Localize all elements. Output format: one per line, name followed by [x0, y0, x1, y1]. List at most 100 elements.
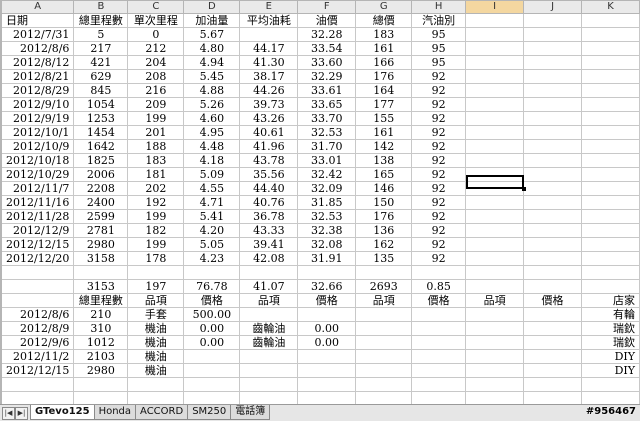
cell[interactable] — [127, 265, 185, 280]
sheet-tab-5[interactable]: 電話簿 — [230, 405, 271, 420]
cell[interactable]: 4.18 — [183, 153, 241, 168]
cell[interactable]: 92 — [411, 223, 467, 238]
cell[interactable]: 5.05 — [183, 237, 241, 252]
cell[interactable]: 38.17 — [239, 69, 299, 84]
cell[interactable] — [297, 377, 357, 392]
cell[interactable]: 品項 — [127, 293, 185, 308]
cell[interactable] — [523, 167, 582, 182]
cell[interactable] — [581, 377, 640, 392]
cell[interactable] — [523, 279, 582, 294]
cell[interactable]: 32.28 — [297, 27, 357, 42]
cell[interactable] — [581, 83, 640, 98]
cell[interactable] — [523, 237, 582, 252]
cell[interactable]: 33.54 — [297, 41, 357, 56]
cell[interactable] — [465, 321, 525, 336]
cell[interactable] — [465, 265, 525, 280]
column-header-b[interactable]: B — [73, 0, 129, 14]
cell[interactable]: 95 — [411, 27, 467, 42]
cell[interactable]: 3158 — [73, 251, 129, 266]
cell[interactable]: 32.29 — [297, 69, 357, 84]
cell[interactable]: 1253 — [73, 111, 129, 126]
cell[interactable]: 4.94 — [183, 55, 241, 70]
cell[interactable] — [0, 265, 75, 280]
cell[interactable] — [183, 265, 241, 280]
cell[interactable]: 品項 — [239, 293, 299, 308]
column-header-e[interactable]: E — [239, 0, 299, 14]
cell[interactable] — [465, 195, 525, 210]
cell[interactable] — [581, 167, 640, 182]
cell[interactable] — [465, 139, 525, 154]
cell[interactable]: 2012/12/20 — [0, 251, 75, 266]
cell[interactable] — [523, 265, 582, 280]
cell[interactable]: 價格 — [523, 293, 582, 308]
cell[interactable] — [73, 265, 129, 280]
cell[interactable] — [183, 377, 241, 392]
cell[interactable]: 2599 — [73, 209, 129, 224]
cell[interactable]: 機油 — [127, 321, 185, 336]
cell[interactable]: 平均油耗 — [239, 13, 299, 28]
cell[interactable]: 845 — [73, 83, 129, 98]
cell[interactable]: 178 — [127, 251, 185, 266]
cell[interactable]: 機油 — [127, 349, 185, 364]
cell[interactable]: 5.67 — [183, 27, 241, 42]
cell[interactable] — [297, 265, 357, 280]
cell[interactable] — [465, 97, 525, 112]
cell[interactable]: 油價 — [297, 13, 357, 28]
cell[interactable]: 齒輪油 — [239, 321, 299, 336]
cell[interactable]: 機油 — [127, 363, 185, 378]
cell[interactable]: 150 — [355, 195, 413, 210]
cell[interactable]: 176 — [355, 209, 413, 224]
cell[interactable] — [0, 279, 75, 294]
cell[interactable]: 4.88 — [183, 83, 241, 98]
cell[interactable] — [523, 111, 582, 126]
cell[interactable]: 總價 — [355, 13, 413, 28]
cell[interactable]: 有輪 — [581, 307, 640, 322]
cell[interactable]: 2012/11/28 — [0, 209, 75, 224]
cell[interactable]: 單次里程 — [127, 13, 185, 28]
cell[interactable]: 2012/9/19 — [0, 111, 75, 126]
cell[interactable] — [355, 335, 413, 350]
cell[interactable] — [465, 55, 525, 70]
cell[interactable] — [0, 293, 75, 308]
column-header-h[interactable]: H — [411, 0, 467, 14]
cell[interactable] — [523, 139, 582, 154]
cell[interactable]: 76.78 — [183, 279, 241, 294]
cell[interactable]: 1054 — [73, 97, 129, 112]
cell[interactable]: 2012/11/7 — [0, 181, 75, 196]
cell[interactable] — [523, 153, 582, 168]
cell[interactable] — [523, 13, 582, 28]
cell[interactable]: 價格 — [297, 293, 357, 308]
cell[interactable]: 165 — [355, 167, 413, 182]
cell[interactable] — [411, 265, 467, 280]
cell[interactable]: 32.53 — [297, 125, 357, 140]
cell[interactable]: 199 — [127, 237, 185, 252]
cell[interactable] — [73, 377, 129, 392]
cell[interactable]: 2006 — [73, 167, 129, 182]
cell[interactable] — [411, 363, 467, 378]
cell[interactable]: 2012/10/29 — [0, 167, 75, 182]
cell[interactable]: 3153 — [73, 279, 129, 294]
cell[interactable] — [581, 195, 640, 210]
cell[interactable]: 手套 — [127, 307, 185, 322]
cell[interactable]: 209 — [127, 97, 185, 112]
cell[interactable]: 總里程數 — [73, 293, 129, 308]
cell[interactable]: 183 — [127, 153, 185, 168]
cell[interactable]: 135 — [355, 251, 413, 266]
cell[interactable] — [355, 363, 413, 378]
column-header-c[interactable]: C — [127, 0, 185, 14]
cell[interactable]: 204 — [127, 55, 185, 70]
active-cell-cursor[interactable] — [466, 175, 526, 191]
cell[interactable]: 217 — [73, 41, 129, 56]
cell[interactable] — [581, 181, 640, 196]
cell[interactable]: 4.60 — [183, 111, 241, 126]
cell[interactable] — [523, 377, 582, 392]
cell[interactable]: 183 — [355, 27, 413, 42]
cell[interactable]: 瑞欽 — [581, 335, 640, 350]
cell[interactable]: 138 — [355, 153, 413, 168]
cell[interactable]: 0.00 — [183, 321, 241, 336]
cell[interactable]: 4.71 — [183, 195, 241, 210]
sheet-tab-4[interactable]: SM250 — [187, 405, 232, 420]
cell[interactable]: 216 — [127, 83, 185, 98]
cell[interactable]: 0 — [127, 27, 185, 42]
cell[interactable]: 32.08 — [297, 237, 357, 252]
